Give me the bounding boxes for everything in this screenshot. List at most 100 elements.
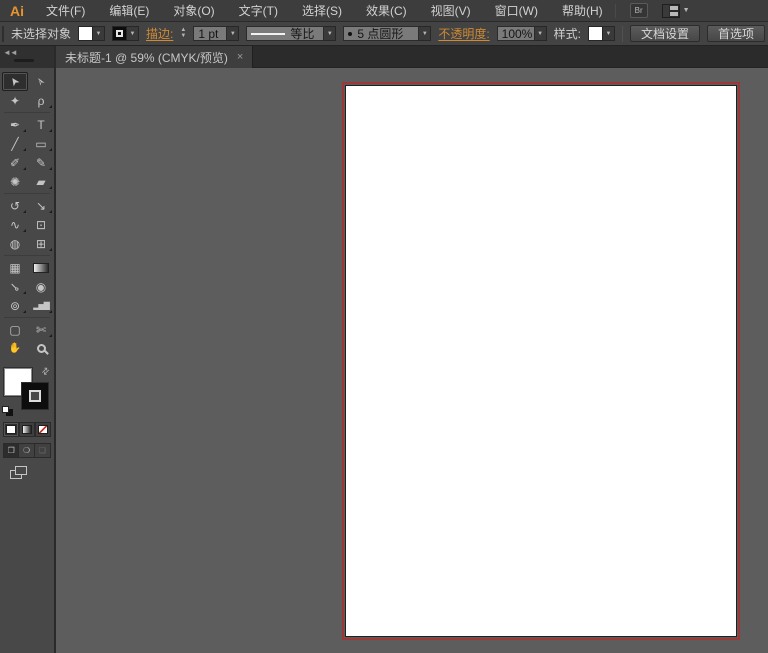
stroke-swatch[interactable] <box>112 26 128 41</box>
artboard-tool-icon: ▢ <box>9 322 21 337</box>
tool-lasso[interactable]: ρ <box>28 91 54 110</box>
tools-panel-header: ◄◄ <box>0 46 54 68</box>
tool-pen[interactable]: ✒ <box>2 115 28 134</box>
workspace-switcher[interactable]: ▼ <box>661 3 690 18</box>
tool-shape-builder[interactable]: ◍ <box>2 234 28 253</box>
tool-type[interactable]: T <box>28 115 54 134</box>
magic-wand-icon: ✦ <box>9 93 21 108</box>
control-bar: 未选择对象 ▼ ▼ 描边: ▲ ▼ 1 pt ▼ 等比 ▼ 5 点圆形 ▼ 不透… <box>0 22 768 46</box>
tool-blob-brush[interactable]: ✺ <box>2 172 28 191</box>
style-dropdown-icon[interactable]: ▼ <box>603 26 615 41</box>
tool-eyedropper[interactable]: ⊸ <box>2 277 28 296</box>
draw-behind-button[interactable]: ❍ <box>19 444 35 457</box>
tool-zoom[interactable] <box>28 339 54 358</box>
gradient-button[interactable] <box>19 422 35 437</box>
line-segment-icon: ╱ <box>11 136 19 151</box>
document-tab-bar: 未标题-1 @ 59% (CMYK/预览) × <box>56 46 768 68</box>
style-swatch[interactable] <box>588 26 603 41</box>
brush-definition-value[interactable]: 5 点圆形 <box>343 26 420 41</box>
stroke-width-stepper[interactable]: ▲ ▼ <box>180 27 186 39</box>
menu-effect[interactable]: 效果(C) <box>354 0 419 21</box>
swap-fill-stroke-icon[interactable]: ⇄ <box>40 365 53 378</box>
style-widget[interactable]: ▼ <box>588 26 615 41</box>
tool-line-segment[interactable]: ╱ <box>2 134 28 153</box>
opacity-dropdown-icon[interactable]: ▼ <box>534 26 547 41</box>
menu-type[interactable]: 文字(T) <box>227 0 290 21</box>
width-profile-widget[interactable]: 等比 ▼ <box>246 26 337 41</box>
tool-selection[interactable]: ➤ <box>2 72 28 91</box>
preferences-button[interactable]: 首选项 <box>707 25 766 42</box>
fill-dropdown-icon[interactable]: ▼ <box>93 26 106 41</box>
tool-eraser[interactable]: ▰ <box>28 172 54 191</box>
menu-select[interactable]: 选择(S) <box>290 0 354 21</box>
menu-view[interactable]: 视图(V) <box>419 0 483 21</box>
lasso-icon: ρ <box>37 93 45 108</box>
stroke-dropdown-icon[interactable]: ▼ <box>127 26 140 41</box>
brush-definition-widget[interactable]: 5 点圆形 ▼ <box>343 26 432 41</box>
menu-object[interactable]: 对象(O) <box>161 0 226 21</box>
tool-blend[interactable]: ◉ <box>28 277 54 296</box>
opacity-panel-link[interactable]: 不透明度: <box>438 25 489 42</box>
document-tab[interactable]: 未标题-1 @ 59% (CMYK/预览) × <box>56 46 254 68</box>
tool-symbol-sprayer[interactable]: ⊚ <box>2 296 28 315</box>
width-tool-icon: ∿ <box>9 217 21 232</box>
tool-gradient[interactable] <box>28 258 54 277</box>
selection-status: 未选择对象 <box>11 27 72 41</box>
width-profile-value[interactable]: 等比 <box>246 26 325 41</box>
menu-help[interactable]: 帮助(H) <box>550 0 615 21</box>
width-profile-dropdown-icon[interactable]: ▼ <box>324 26 337 41</box>
tool-free-transform[interactable]: ⊡ <box>28 215 54 234</box>
tool-mesh[interactable]: ▦ <box>2 258 28 277</box>
tool-column-graph[interactable]: ▂▅▇ <box>28 296 54 315</box>
tool-paintbrush[interactable]: ✐ <box>2 153 28 172</box>
tool-width[interactable]: ∿ <box>2 215 28 234</box>
drawing-modes: ❐ ❍ ❏ <box>3 443 51 458</box>
scale-icon: ↘ <box>35 198 47 213</box>
fill-color-widget[interactable]: ▼ <box>78 26 106 41</box>
stroke-width-input[interactable]: 1 pt <box>193 26 228 41</box>
tool-scale[interactable]: ↘ <box>28 196 54 215</box>
color-button[interactable] <box>3 422 19 437</box>
menu-file[interactable]: 文件(F) <box>34 0 97 21</box>
tool-rectangle[interactable]: ▭ <box>28 134 54 153</box>
stroke-color-box[interactable] <box>21 382 49 410</box>
blend-icon: ◉ <box>35 279 47 294</box>
opacity-input[interactable]: 100% <box>496 26 535 41</box>
document-setup-button[interactable]: 文档设置 <box>630 25 701 42</box>
tool-perspective-grid[interactable]: ⊞ <box>28 234 54 253</box>
tool-direct-selection[interactable]: ➢ <box>28 72 54 91</box>
type-icon: T <box>37 117 45 132</box>
menu-window[interactable]: 窗口(W) <box>483 0 550 21</box>
opacity-widget[interactable]: 100% ▼ <box>496 26 547 41</box>
menu-edit[interactable]: 编辑(E) <box>97 0 161 21</box>
stroke-color-widget[interactable]: ▼ <box>112 26 140 41</box>
eyedropper-icon: ⊸ <box>6 277 24 296</box>
tool-artboard[interactable]: ▢ <box>2 320 28 339</box>
controlbar-grip[interactable] <box>2 25 4 42</box>
tool-pencil[interactable]: ✎ <box>28 153 54 172</box>
tool-magic-wand[interactable]: ✦ <box>2 91 28 110</box>
stroke-width-dropdown-icon[interactable]: ▼ <box>227 26 240 41</box>
pasteboard[interactable] <box>56 68 768 653</box>
hand-icon: ✋ <box>8 343 22 354</box>
tool-slice[interactable]: ✄ <box>28 320 54 339</box>
tools-panel-grip[interactable] <box>14 59 34 62</box>
panel-collapse-icon[interactable]: ◄◄ <box>3 48 18 57</box>
brush-dropdown-icon[interactable]: ▼ <box>419 26 432 41</box>
draw-normal-button[interactable]: ❐ <box>4 444 20 457</box>
fill-swatch[interactable] <box>78 26 94 41</box>
none-button[interactable] <box>35 422 51 437</box>
tool-hand[interactable]: ✋ <box>2 339 28 358</box>
tab-close-icon[interactable]: × <box>237 51 243 63</box>
stroke-width-widget[interactable]: 1 pt ▼ <box>193 26 240 41</box>
tool-rotate[interactable]: ↺ <box>2 196 28 215</box>
bridge-icon[interactable]: Br <box>629 3 648 18</box>
color-chip-icon <box>6 425 16 434</box>
eraser-icon: ▰ <box>36 174 46 189</box>
artboard[interactable] <box>345 85 737 637</box>
stroke-panel-link[interactable]: 描边: <box>146 25 173 42</box>
stepper-down-icon[interactable]: ▼ <box>180 33 186 39</box>
default-fill-stroke-icon[interactable] <box>2 406 13 416</box>
screen-mode-button[interactable] <box>10 466 28 480</box>
rotate-icon: ↺ <box>9 198 21 213</box>
